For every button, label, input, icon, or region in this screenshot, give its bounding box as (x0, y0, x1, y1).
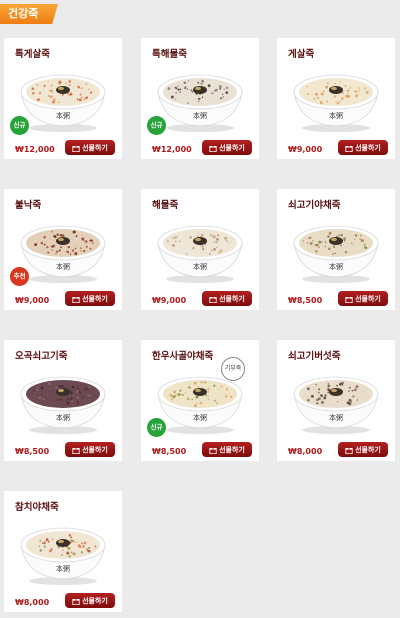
gift-button-label: 선물하기 (82, 294, 108, 303)
gift-button[interactable]: 선물하기 (338, 140, 388, 155)
product-price: ₩8,000 (15, 598, 50, 607)
product-name[interactable]: 불낙죽 (15, 197, 41, 211)
gift-button[interactable]: 선물하기 (202, 291, 252, 306)
product-grid: 특게살죽 本粥 신규 ₩12,000 선물하기 특해물죽 本粥 신규 ₩12,000 선물하기… (0, 0, 400, 618)
product-name[interactable]: 한우사골야채죽 (152, 348, 213, 362)
gift-icon (209, 296, 217, 303)
product-name[interactable]: 쇠고기버섯죽 (288, 348, 340, 362)
product-name[interactable]: 특해물죽 (152, 46, 187, 60)
porridge-bowl-image: 本粥 (20, 527, 106, 585)
svg-text:本粥: 本粥 (329, 262, 343, 271)
product-price: ₩9,000 (15, 296, 50, 305)
gift-button-label: 선물하기 (355, 294, 381, 303)
gift-icon (209, 447, 217, 454)
gift-button-label: 선물하기 (355, 445, 381, 454)
gift-button-label: 선물하기 (82, 143, 108, 152)
svg-text:本粥: 本粥 (329, 111, 343, 120)
product-card[interactable]: 쇠고기버섯죽 本粥 ₩8,000 선물하기 (277, 340, 395, 461)
product-price: ₩9,000 (152, 296, 187, 305)
product-name[interactable]: 오곡쇠고기죽 (15, 348, 67, 362)
gift-button[interactable]: 선물하기 (65, 442, 115, 457)
product-card[interactable]: 한우사골야채죽 本粥 신규 기부죽 ₩8,500 선물하기 (141, 340, 259, 461)
porridge-bowl-image: 本粥 (20, 376, 106, 434)
gift-icon (72, 296, 80, 303)
gift-icon (209, 145, 217, 152)
product-name[interactable]: 게살죽 (288, 46, 314, 60)
donation-sticker: 기부죽 (221, 357, 245, 381)
gift-button-label: 선물하기 (219, 294, 245, 303)
svg-text:本粥: 本粥 (56, 564, 70, 573)
product-card[interactable]: 참치야채죽 本粥 ₩8,000 선물하기 (4, 491, 122, 612)
product-card[interactable]: 특해물죽 本粥 신규 ₩12,000 선물하기 (141, 38, 259, 159)
recommend-badge: 추천 (10, 267, 29, 286)
gift-button[interactable]: 선물하기 (65, 140, 115, 155)
product-card[interactable]: 오곡쇠고기죽 本粥 ₩8,500 선물하기 (4, 340, 122, 461)
product-price: ₩9,000 (288, 145, 323, 154)
svg-text:本粥: 本粥 (56, 413, 70, 422)
gift-icon (72, 447, 80, 454)
product-name[interactable]: 해물죽 (152, 197, 178, 211)
product-price: ₩12,000 (152, 145, 192, 154)
gift-button[interactable]: 선물하기 (338, 291, 388, 306)
product-name[interactable]: 쇠고기야채죽 (288, 197, 340, 211)
gift-icon (345, 296, 353, 303)
product-card[interactable]: 해물죽 本粥 ₩9,000 선물하기 (141, 189, 259, 310)
svg-text:本粥: 本粥 (193, 413, 207, 422)
svg-text:本粥: 本粥 (56, 262, 70, 271)
porridge-bowl-image: 本粥 (293, 74, 379, 132)
porridge-bowl-image: 本粥 (293, 225, 379, 283)
gift-button[interactable]: 선물하기 (202, 442, 252, 457)
gift-button-label: 선물하기 (219, 445, 245, 454)
product-price: ₩8,500 (288, 296, 323, 305)
gift-icon (72, 598, 80, 605)
svg-text:本粥: 本粥 (329, 413, 343, 422)
product-price: ₩8,500 (15, 447, 50, 456)
svg-text:本粥: 本粥 (56, 111, 70, 120)
product-card[interactable]: 불낙죽 本粥 추천 ₩9,000 선물하기 (4, 189, 122, 310)
new-badge: 신규 (10, 116, 29, 135)
new-badge: 신규 (147, 418, 166, 437)
gift-button-label: 선물하기 (219, 143, 245, 152)
gift-button-label: 선물하기 (82, 445, 108, 454)
gift-button[interactable]: 선물하기 (65, 593, 115, 608)
new-badge: 신규 (147, 116, 166, 135)
porridge-bowl-image: 本粥 (20, 225, 106, 283)
svg-text:本粥: 本粥 (193, 111, 207, 120)
product-name[interactable]: 참치야채죽 (15, 499, 59, 513)
product-price: ₩8,000 (288, 447, 323, 456)
gift-icon (345, 145, 353, 152)
svg-text:本粥: 本粥 (193, 262, 207, 271)
gift-button[interactable]: 선물하기 (338, 442, 388, 457)
product-name[interactable]: 특게살죽 (15, 46, 50, 60)
porridge-bowl-image: 本粥 (157, 74, 243, 132)
gift-icon (345, 447, 353, 454)
product-price: ₩12,000 (15, 145, 55, 154)
porridge-bowl-image: 本粥 (20, 74, 106, 132)
product-price: ₩8,500 (152, 447, 187, 456)
gift-button[interactable]: 선물하기 (65, 291, 115, 306)
gift-button-label: 선물하기 (82, 596, 108, 605)
gift-button[interactable]: 선물하기 (202, 140, 252, 155)
porridge-bowl-image: 本粥 (157, 225, 243, 283)
product-card[interactable]: 게살죽 本粥 ₩9,000 선물하기 (277, 38, 395, 159)
product-card[interactable]: 특게살죽 本粥 신규 ₩12,000 선물하기 (4, 38, 122, 159)
gift-button-label: 선물하기 (355, 143, 381, 152)
product-card[interactable]: 쇠고기야채죽 本粥 ₩8,500 선물하기 (277, 189, 395, 310)
gift-icon (72, 145, 80, 152)
porridge-bowl-image: 本粥 (293, 376, 379, 434)
